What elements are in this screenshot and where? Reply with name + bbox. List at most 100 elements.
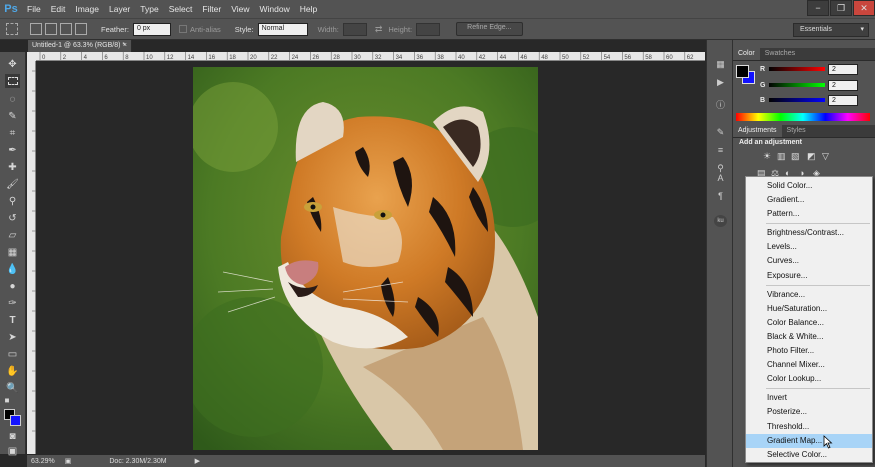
- new-selection-icon[interactable]: [30, 23, 42, 35]
- menu-item-hue-saturation[interactable]: Hue/Saturation...: [746, 302, 872, 316]
- quick-selection-tool-icon[interactable]: ✎: [5, 109, 20, 123]
- gradient-tool-icon[interactable]: ▦: [5, 245, 20, 259]
- crop-tool-icon[interactable]: ⌗: [5, 126, 20, 140]
- slider-g-track[interactable]: [769, 83, 825, 87]
- menu-image[interactable]: Image: [70, 4, 104, 14]
- actions-panel-icon[interactable]: ▶: [714, 76, 727, 88]
- menu-item-levels[interactable]: Levels...: [746, 240, 872, 254]
- height-input[interactable]: [416, 22, 441, 36]
- tiger-photo[interactable]: [193, 67, 538, 450]
- history-brush-tool-icon[interactable]: ↺: [5, 211, 20, 225]
- brush-presets-icon[interactable]: ≡: [714, 144, 727, 156]
- menu-file[interactable]: File: [22, 4, 46, 14]
- menu-item-exposure[interactable]: Exposure...: [746, 269, 872, 283]
- brightness-icon[interactable]: ☀: [763, 151, 771, 162]
- menu-type[interactable]: Type: [135, 4, 163, 14]
- default-colors-icon[interactable]: ◼: [3, 396, 11, 404]
- slider-r-value[interactable]: 2: [828, 64, 858, 75]
- menu-item-invert[interactable]: Invert: [746, 391, 872, 405]
- slider-r-track[interactable]: [769, 67, 825, 71]
- menu-item-selective-color[interactable]: Selective Color...: [746, 448, 872, 462]
- info-panel-icon[interactable]: ⓘ: [714, 98, 727, 110]
- clone-stamp-tool-icon[interactable]: ⚲: [5, 194, 20, 208]
- blur-tool-icon[interactable]: 💧: [5, 262, 20, 276]
- marquee-tool-preset-icon[interactable]: [6, 23, 18, 35]
- menu-item-color-lookup[interactable]: Color Lookup...: [746, 372, 872, 386]
- menu-item-color-balance[interactable]: Color Balance...: [746, 316, 872, 330]
- curves-icon[interactable]: ▧: [791, 151, 800, 162]
- quick-mask-icon[interactable]: ◙: [5, 429, 20, 443]
- minimize-button[interactable]: −: [807, 0, 829, 16]
- restore-button[interactable]: ❐: [830, 0, 852, 16]
- anti-alias-checkbox[interactable]: [178, 25, 187, 33]
- color-panel-foreground[interactable]: [736, 65, 749, 78]
- intersect-selection-icon[interactable]: [75, 23, 87, 35]
- eraser-tool-icon[interactable]: ▱: [5, 228, 20, 242]
- screen-mode-icon[interactable]: ▣: [5, 444, 20, 458]
- menu-item-photo-filter[interactable]: Photo Filter...: [746, 344, 872, 358]
- menu-item-posterize[interactable]: Posterize...: [746, 405, 872, 419]
- levels-icon[interactable]: ▥: [777, 151, 786, 162]
- menu-layer[interactable]: Layer: [104, 4, 135, 14]
- menu-item-brightness-contrast[interactable]: Brightness/Contrast...: [746, 226, 872, 240]
- move-tool-icon[interactable]: ✥: [5, 57, 20, 71]
- menu-select[interactable]: Select: [164, 4, 198, 14]
- menu-item-channel-mixer[interactable]: Channel Mixer...: [746, 358, 872, 372]
- eyedropper-tool-icon[interactable]: ✒: [5, 143, 20, 157]
- menu-item-threshold[interactable]: Threshold...: [746, 420, 872, 434]
- tab-swatches[interactable]: Swatches: [760, 48, 800, 60]
- menu-item-gradient-map[interactable]: Gradient Map...: [746, 433, 872, 448]
- exposure-icon[interactable]: ◩: [807, 151, 816, 162]
- pen-tool-icon[interactable]: ✑: [5, 296, 20, 310]
- hand-tool-icon[interactable]: ✋: [5, 364, 20, 378]
- swap-dimensions-icon[interactable]: ⇄: [375, 24, 383, 35]
- style-select[interactable]: Normal: [257, 22, 308, 36]
- slider-b-label: B: [760, 97, 766, 104]
- brush-tool-icon[interactable]: 🖌: [5, 177, 20, 191]
- path-selection-tool-icon[interactable]: ➤: [5, 330, 20, 344]
- vibrance-icon[interactable]: ▽: [822, 151, 829, 162]
- character-panel-icon[interactable]: A: [714, 172, 727, 184]
- status-menu-arrow-icon[interactable]: ▶: [195, 457, 200, 465]
- menu-item-gradient[interactable]: Gradient...: [746, 193, 872, 207]
- tab-styles[interactable]: Styles: [782, 125, 811, 137]
- menu-item-solid-color[interactable]: Solid Color...: [746, 179, 872, 193]
- menu-filter[interactable]: Filter: [197, 4, 226, 14]
- menu-window[interactable]: Window: [254, 4, 294, 14]
- menu-edit[interactable]: Edit: [46, 4, 71, 14]
- color-spectrum[interactable]: [736, 113, 870, 121]
- slider-g-value[interactable]: 2: [828, 80, 858, 91]
- healing-brush-tool-icon[interactable]: ✚: [5, 160, 20, 174]
- close-button[interactable]: ✕: [853, 0, 875, 16]
- zoom-level[interactable]: 63.29%: [31, 458, 55, 465]
- refine-edge-button[interactable]: Refine Edge...: [456, 22, 523, 36]
- menu-item-vibrance[interactable]: Vibrance...: [746, 288, 872, 302]
- lasso-tool-icon[interactable]: ◌: [5, 92, 20, 106]
- feather-input[interactable]: 0 px: [132, 22, 171, 36]
- zoom-tool-icon[interactable]: 🔍: [5, 381, 20, 395]
- slider-b-track[interactable]: [769, 98, 825, 102]
- kuler-panel-icon[interactable]: ku: [714, 215, 727, 227]
- menu-view[interactable]: View: [226, 4, 254, 14]
- slider-b-value[interactable]: 2: [828, 95, 858, 106]
- menu-item-black-white[interactable]: Black & White...: [746, 330, 872, 344]
- rectangular-marquee-tool-icon[interactable]: [5, 74, 20, 88]
- workspace-select[interactable]: Essentials ▾: [793, 23, 869, 37]
- type-tool-icon[interactable]: T: [5, 313, 20, 327]
- dodge-tool-icon[interactable]: ●: [5, 279, 20, 293]
- tab-color[interactable]: Color: [733, 48, 760, 60]
- status-export-icon[interactable]: ▣: [65, 457, 72, 465]
- width-input[interactable]: [342, 22, 367, 36]
- background-color-swatch[interactable]: [10, 415, 21, 426]
- history-panel-icon[interactable]: ▦: [714, 58, 727, 70]
- subtract-selection-icon[interactable]: [60, 23, 72, 35]
- brush-panel-icon[interactable]: ✎: [714, 126, 727, 138]
- menu-help[interactable]: Help: [295, 4, 322, 14]
- paragraph-panel-icon[interactable]: ¶: [714, 190, 727, 202]
- tab-adjustments[interactable]: Adjustments: [733, 125, 782, 137]
- close-tab-icon[interactable]: ×: [123, 42, 127, 49]
- add-selection-icon[interactable]: [45, 23, 57, 35]
- menu-item-curves[interactable]: Curves...: [746, 254, 872, 268]
- shape-tool-icon[interactable]: ▭: [5, 347, 20, 361]
- menu-item-pattern[interactable]: Pattern...: [746, 207, 872, 221]
